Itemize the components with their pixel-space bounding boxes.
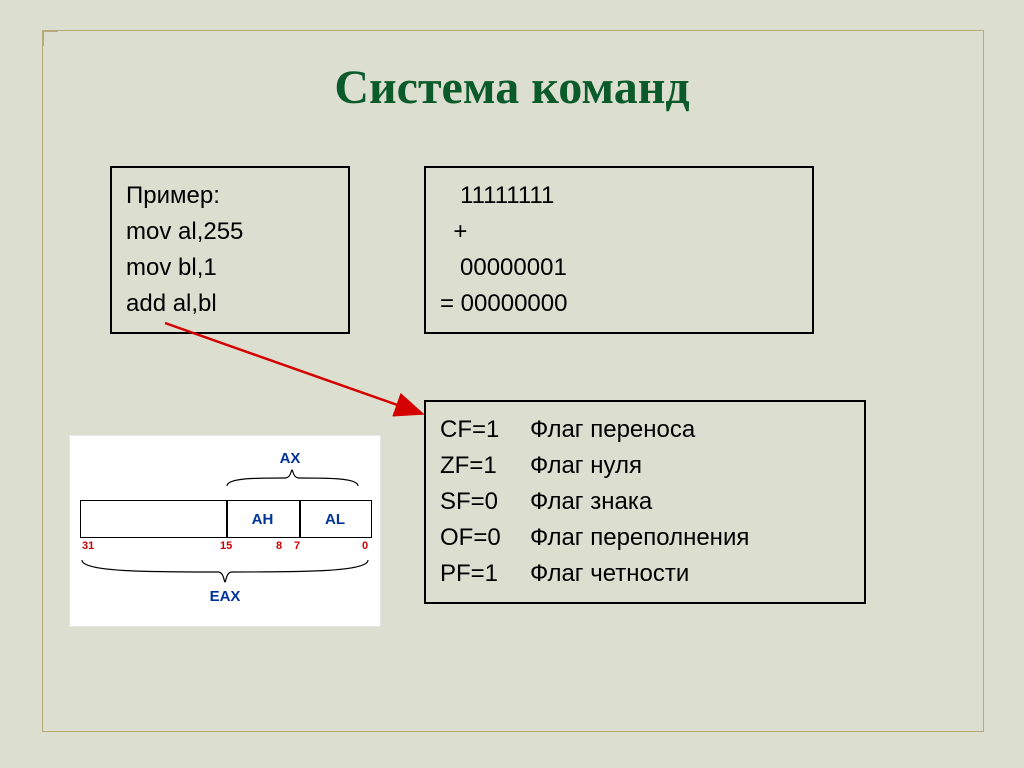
label-eax: EAX [70,588,380,605]
flag-row: PF=1 Флаг четности [440,556,850,592]
flag-eq: OF=0 [440,520,530,556]
flag-desc: Флаг переноса [530,412,695,448]
calc-operand-b: 00000001 [440,250,798,286]
flag-row: CF=1 Флаг переноса [440,412,850,448]
slide-frame [42,30,984,732]
calc-operand-a: 11111111 [440,178,798,214]
flag-eq: SF=0 [440,484,530,520]
bit-label: 7 [294,540,300,552]
label-ah: AH [226,501,299,537]
example-label: Пример: [126,178,334,214]
code-line: mov al,255 [126,214,334,250]
flag-desc: Флаг переполнения [530,520,749,556]
example-box: Пример: mov al,255 mov bl,1 add al,bl [110,166,350,334]
code-line: mov bl,1 [126,250,334,286]
slide-title: Система команд [0,60,1024,115]
register-diagram: AX AH AL 31 15 8 7 0 EAX [70,436,380,626]
code-line: add al,bl [126,286,334,322]
flag-eq: ZF=1 [440,448,530,484]
bit-label: 31 [82,540,94,552]
flag-eq: CF=1 [440,412,530,448]
bit-label: 0 [362,540,368,552]
flag-row: SF=0 Флаг знака [440,484,850,520]
flag-row: ZF=1 Флаг нуля [440,448,850,484]
label-ax: AX [230,450,350,467]
bit-label: 8 [276,540,282,552]
calc-operator: + [440,214,798,250]
calc-result: = 00000000 [440,286,798,322]
flag-desc: Флаг нуля [530,448,642,484]
brace-top-icon [225,468,360,488]
corner-accent [42,30,58,46]
flag-desc: Флаг знака [530,484,652,520]
flag-desc: Флаг четности [530,556,689,592]
label-al: AL [299,501,371,537]
flags-box: CF=1 Флаг переноса ZF=1 Флаг нуля SF=0 Ф… [424,400,866,604]
flag-eq: PF=1 [440,556,530,592]
flag-row: OF=0 Флаг переполнения [440,520,850,556]
brace-bottom-icon [80,558,370,584]
calculation-box: 11111111 + 00000001 = 00000000 [424,166,814,334]
register-bar: AH AL [80,500,372,538]
bit-label: 15 [220,540,232,552]
